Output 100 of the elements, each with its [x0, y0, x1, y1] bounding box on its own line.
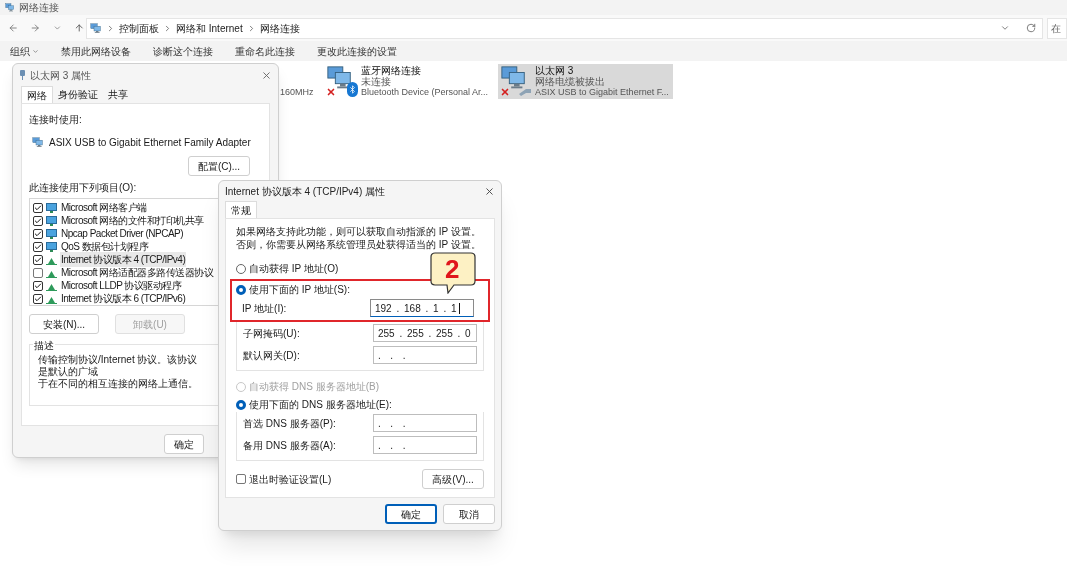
dialog-button[interactable]: 确定: [385, 504, 437, 524]
refresh-icon[interactable]: [1026, 23, 1036, 33]
callout-bubble: [430, 252, 476, 294]
radio-label: 使用下面的 DNS 服务器地址(E):: [249, 398, 392, 412]
connection-item[interactable]: 以太网 3 网络电缆被拔出 ASIX USB to Gigabit Ethernet F...: [498, 64, 673, 99]
ip-field[interactable]: . . .: [373, 414, 477, 432]
checkbox[interactable]: [33, 293, 43, 304]
checkbox[interactable]: [33, 267, 43, 278]
up-icon[interactable]: [73, 22, 84, 34]
breadcrumb[interactable]: 控制面板: [119, 20, 159, 36]
breadcrumb[interactable]: 网络连接: [259, 20, 300, 36]
field-label: 默认网关(D):: [243, 348, 300, 363]
list-item[interactable]: Npcap Packet Driver (NPCAP): [60, 226, 185, 241]
ip-value: . . .: [378, 348, 406, 363]
list-item[interactable]: QoS 数据包计划程序: [60, 239, 150, 254]
tab[interactable]: 共享: [103, 86, 133, 103]
advanced-button[interactable]: 高级(V)...: [422, 469, 484, 489]
cable-plug-icon: [518, 86, 533, 96]
radio-label: 使用下面的 IP 地址(S):: [249, 283, 350, 297]
window-title: 网络连接: [19, 1, 59, 15]
dialog-title: Internet 协议版本 4 (TCP/IPv4) 属性: [225, 184, 386, 199]
list-item[interactable]: Microsoft 网络客户端: [60, 200, 148, 215]
list-item[interactable]: Microsoft LLDP 协议驱动程序: [60, 278, 183, 293]
device-name: 160MHz: [280, 87, 314, 98]
group-title: 描述: [33, 338, 55, 353]
checkbox[interactable]: [33, 202, 43, 213]
ip-value: 192 . 168 . 1 . 1: [375, 301, 457, 316]
checkbox[interactable]: [33, 241, 43, 252]
ok-button[interactable]: 确定: [164, 434, 204, 454]
list-item[interactable]: Microsoft 网络适配器多路传送器协议: [60, 265, 215, 280]
device-name: ASIX USB to Gigabit Ethernet F...: [535, 87, 669, 98]
tab[interactable]: 身份验证: [53, 86, 103, 103]
close-icon[interactable]: [484, 185, 495, 197]
menu-button[interactable]: 组织: [10, 43, 39, 59]
network-icon: [5, 3, 15, 12]
checkbox[interactable]: [33, 280, 43, 291]
checkbox-label: 退出时验证设置(L): [249, 472, 332, 487]
adapter-icon: [32, 137, 44, 148]
close-icon[interactable]: [261, 69, 272, 81]
dialog-button[interactable]: 安装(N)...: [29, 314, 99, 334]
description-text: 传输控制协议/Internet 协议。该协议是默认的广域: [38, 354, 199, 378]
radio-label: 自动获得 DNS 服务器地址(B): [249, 380, 379, 394]
field-label: 备用 DNS 服务器(A):: [243, 438, 336, 453]
connection-name: 以太网 3: [535, 65, 574, 76]
description-text: 于在不同的相互连接的网络上通信。: [38, 378, 199, 390]
radio-label: 自动获得 IP 地址(O): [249, 262, 339, 276]
device-name: Bluetooth Device (Personal Ar...: [361, 87, 489, 98]
radio-button[interactable]: [236, 399, 246, 410]
chevron-right-icon: [106, 23, 115, 33]
ip-value: . . .: [378, 416, 406, 431]
checkbox[interactable]: [236, 474, 246, 484]
configure-button[interactable]: 配置(C)...: [188, 156, 250, 176]
adapter-name: ASIX USB to Gigabit Ethernet Family Adapter: [49, 136, 251, 150]
toolbar-button[interactable]: 禁用此网络设备: [61, 43, 131, 59]
tab[interactable]: 常规: [225, 201, 257, 218]
field-label: 首选 DNS 服务器(P):: [243, 416, 336, 431]
search-field[interactable]: 在: [1047, 17, 1067, 39]
dialog-title: 以太网 3 属性: [30, 68, 92, 83]
ip-value: . . .: [378, 438, 406, 453]
ip-field[interactable]: 192 . 168 . 1 . 1: [370, 299, 474, 317]
toolbar-button[interactable]: 重命名此连接: [235, 43, 295, 59]
dialog-button[interactable]: 取消: [443, 504, 495, 524]
toolbar-button[interactable]: 更改此连接的设置: [317, 43, 397, 59]
checkbox[interactable]: [33, 228, 43, 239]
connection-name: 蓝牙网络连接: [361, 65, 422, 76]
connection-status: 网络电缆被拔出: [535, 76, 607, 87]
radio-button[interactable]: [236, 284, 246, 295]
list-item[interactable]: Microsoft 网络的文件和打印机共享: [60, 213, 205, 228]
checkbox[interactable]: [33, 254, 43, 265]
ip-field[interactable]: 255 . 255 . 255 . 0: [373, 324, 477, 342]
tab[interactable]: 网络: [21, 86, 53, 103]
ip-field[interactable]: . . .: [373, 346, 477, 364]
text-caret-icon: [458, 302, 460, 314]
network-client-icon: [46, 241, 57, 252]
intro-text: 如果网络支持此功能，则可以获取自动指派的 IP 设置。否则，你需要从网络系统管理员处获得适当的 IP 设置。: [236, 225, 482, 251]
back-icon[interactable]: [8, 22, 19, 34]
breadcrumb[interactable]: 网络和 Internet: [176, 20, 243, 36]
caret-icon: [32, 47, 39, 55]
connection-status: 未连接: [361, 76, 391, 87]
forward-icon[interactable]: [30, 22, 41, 34]
chevron-down-icon[interactable]: [1000, 23, 1010, 33]
bluetooth-icon: [347, 82, 358, 97]
chevron-right-icon: [163, 23, 172, 33]
address-bar[interactable]: 控制面板 网络和 Internet 网络连接: [86, 17, 1043, 39]
ip-value: 255 . 255 . 255 . 0: [378, 326, 471, 341]
radio-button[interactable]: [236, 263, 246, 274]
network-client-icon: [46, 215, 57, 226]
network-client-icon: [46, 228, 57, 239]
section-label: 连接时使用:: [29, 113, 83, 127]
section-label: 此连接使用下列项目(O):: [29, 181, 137, 195]
list-item[interactable]: Internet 协议版本 4 (TCP/IPv4): [60, 252, 187, 267]
network-adapter-icon: [326, 65, 354, 91]
ip-field[interactable]: . . .: [373, 436, 477, 454]
field-label: IP 地址(I):: [242, 301, 287, 316]
checkbox[interactable]: [33, 215, 43, 226]
network-client-icon: [46, 202, 57, 213]
list-item[interactable]: Internet 协议版本 6 (TCP/IPv6): [60, 291, 187, 306]
control-panel-icon: [90, 22, 102, 34]
plug-icon: [19, 70, 26, 80]
toolbar-button[interactable]: 诊断这个连接: [153, 43, 213, 59]
